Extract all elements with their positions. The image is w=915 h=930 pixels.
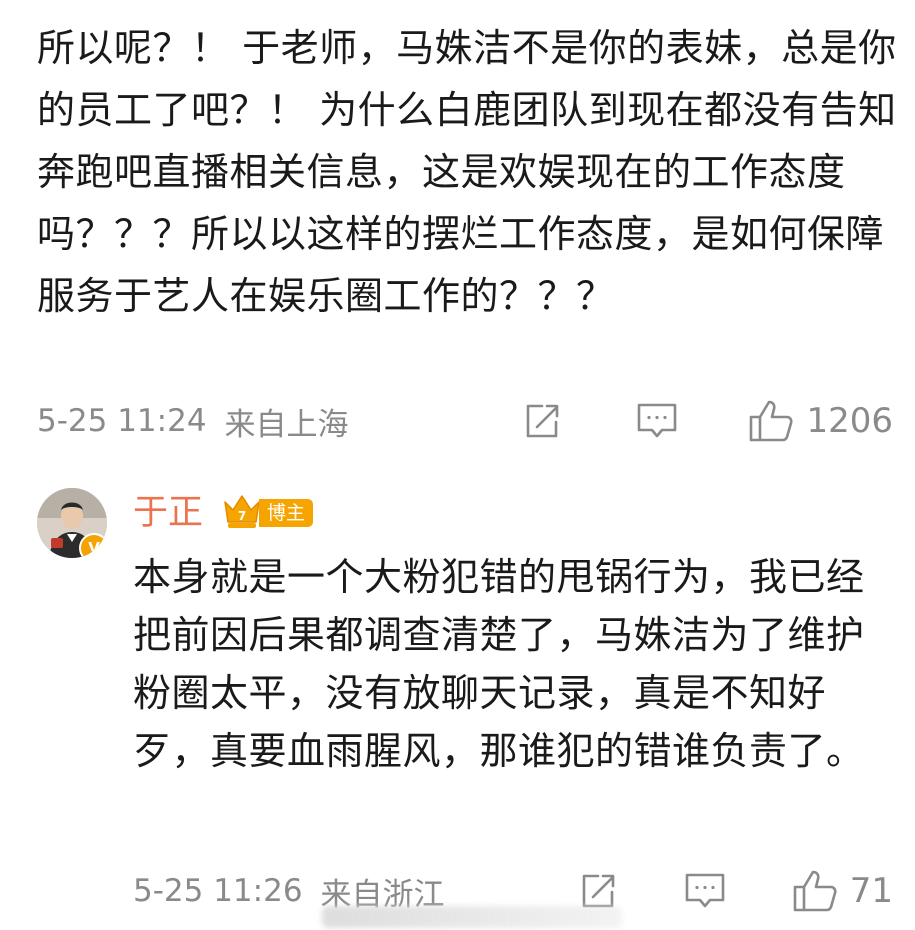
comment-time: 5-25 11:24 (37, 403, 207, 439)
like-icon (750, 400, 794, 442)
comment-icon (685, 873, 725, 908)
blogger-badge: 7 博主 (221, 494, 315, 530)
share-icon (582, 874, 615, 908)
share-button[interactable] (522, 401, 562, 441)
like-count: 1206 (806, 401, 893, 441)
comment-icon (638, 403, 677, 438)
svg-text:7: 7 (238, 509, 246, 523)
reply-share-button[interactable] (578, 871, 618, 911)
watermark-blur (322, 906, 622, 928)
verified-badge: V (79, 533, 107, 558)
reply-text: 本身就是一个大粉犯错的甩锅行为，我已经把前因后果都调查清楚了，马姝洁为了维护粉圈… (133, 555, 865, 773)
reply-time: 5-25 11:26 (133, 873, 303, 909)
comment-meta-row: 5-25 11:24 来自上海 1206 (37, 396, 893, 446)
like-button[interactable]: 1206 (748, 399, 893, 443)
reply-comment-button[interactable] (684, 871, 726, 911)
avatar[interactable]: V (37, 488, 107, 558)
reply-like-count: 71 (849, 871, 893, 911)
crown-icon: 7 (224, 495, 260, 528)
comment-text: 所以呢？！ 于老师，马姝洁不是你的表妹，总是你的员工了吧？！ 为什么白鹿团队到现… (37, 26, 897, 318)
like-icon (793, 870, 837, 912)
comment-button[interactable] (636, 401, 678, 441)
reply-like-button[interactable]: 71 (792, 869, 893, 913)
reply-author-name[interactable]: 于正 (133, 490, 203, 536)
share-icon (527, 404, 559, 438)
comment-location: 来自上海 (224, 406, 349, 443)
blogger-badge-label: 博主 (259, 499, 314, 527)
